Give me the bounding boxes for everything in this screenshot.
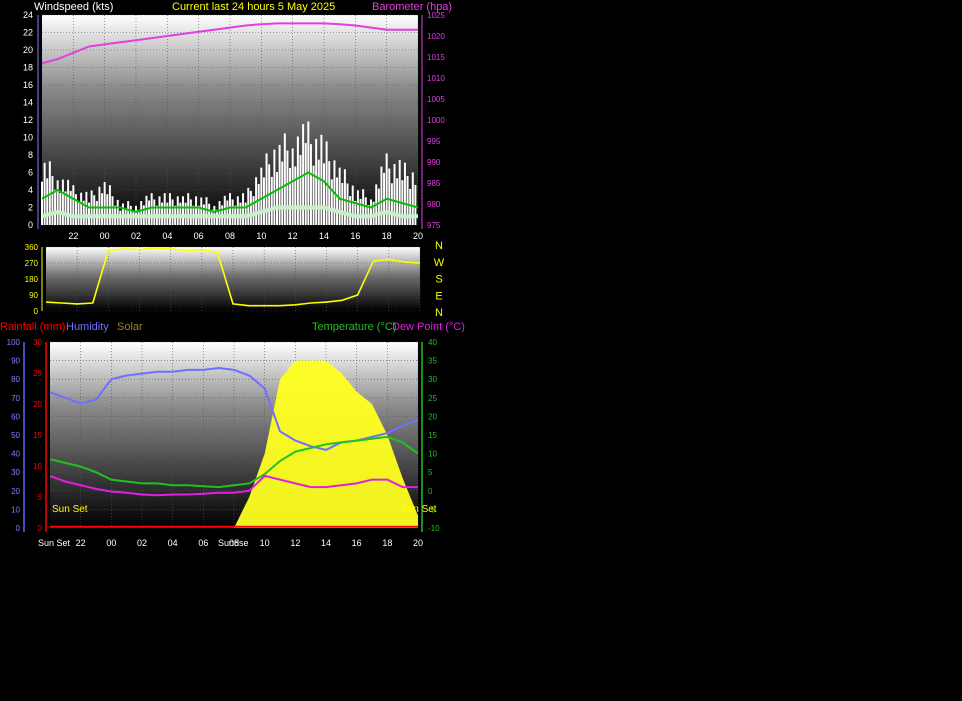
direction-y-tick: 90 (29, 291, 38, 300)
temp-y-tick: 10 (428, 450, 437, 459)
rain-y-tick: 10 (33, 462, 42, 471)
rain-y-tick: 25 (33, 369, 42, 378)
direction-y-tick: 360 (25, 243, 39, 252)
direction-y-tick: 270 (25, 259, 39, 268)
temp-y-tick: 35 (428, 357, 437, 366)
weather-chart: Windspeed (kts) Current last 24 hours 5 … (0, 1, 465, 548)
wind-x-tick: 12 (288, 231, 298, 241)
wind-y-tick: 6 (28, 168, 33, 178)
baro-y-tick: 1015 (427, 53, 445, 62)
rain-axis-label: Rainfall (mm) (0, 321, 65, 333)
temp-x-tick: 22 (76, 538, 86, 548)
temp-x-tick: 12 (290, 538, 300, 548)
wind-y-tick: 16 (23, 80, 33, 90)
wind-y-tick: 18 (23, 63, 33, 73)
rain-y-tick: 0 (38, 524, 43, 533)
direction-y-tick: 180 (25, 275, 39, 284)
wind-y-tick: 24 (23, 10, 33, 20)
baro-y-tick: 980 (427, 200, 441, 209)
solar-axis-label: Solar (117, 321, 143, 333)
sunset-left-label: Sun Set (52, 504, 88, 515)
compass-label: S (435, 274, 442, 286)
wind-x-tick: 04 (162, 231, 172, 241)
baro-y-tick: 985 (427, 179, 441, 188)
temp-x-tick: 02 (137, 538, 147, 548)
temp-x-tick: 04 (168, 538, 178, 548)
humidity-y-tick: 40 (11, 450, 20, 459)
baro-y-tick: 1000 (427, 116, 445, 125)
sunset-axis-label: Sun Set (38, 538, 71, 548)
humidity-y-tick: 60 (11, 412, 20, 421)
wind-y-tick: 10 (23, 133, 33, 143)
temp-y-tick: 40 (428, 338, 437, 347)
humidity-y-tick: 20 (11, 487, 20, 496)
wind-x-tick: 08 (225, 231, 235, 241)
wind-x-tick: 10 (256, 231, 266, 241)
wind-y-tick: 4 (28, 185, 33, 195)
direction-y-tick: 0 (34, 307, 39, 316)
chart-title: Current last 24 hours 5 May 2025 (172, 1, 335, 13)
wind-y-tick: 20 (23, 45, 33, 55)
wind-axis-label: Windspeed (kts) (34, 1, 113, 13)
wind-x-tick: 14 (319, 231, 329, 241)
humidity-y-tick: 0 (16, 524, 21, 533)
temp-y-tick: 20 (428, 412, 437, 421)
temp-x-tick: 10 (260, 538, 270, 548)
wind-y-tick: 0 (28, 220, 33, 230)
humidity-y-tick: 50 (11, 431, 20, 440)
baro-y-tick: 995 (427, 137, 441, 146)
compass-label: N (435, 240, 443, 252)
baro-y-tick: 1010 (427, 74, 445, 83)
rain-y-tick: 30 (33, 338, 42, 347)
wind-y-tick: 14 (23, 98, 33, 108)
rain-y-tick: 15 (33, 431, 42, 440)
temp-y-tick: 30 (428, 375, 437, 384)
temp-y-tick: 15 (428, 431, 437, 440)
humidity-y-tick: 10 (11, 505, 20, 514)
sunrise-axis-label: Sunrise (218, 538, 249, 548)
compass-label: N (435, 307, 443, 319)
humidity-y-tick: 70 (11, 394, 20, 403)
dewpoint-axis-label: Dew Point (°C) (392, 321, 465, 333)
humidity-axis-label: Humidity (66, 321, 109, 333)
temp-y-tick: 5 (428, 468, 433, 477)
baro-y-tick: 975 (427, 221, 441, 230)
wind-x-tick: 22 (68, 231, 78, 241)
temp-x-tick: 18 (382, 538, 392, 548)
temp-x-tick: 16 (352, 538, 362, 548)
temp-y-tick: 25 (428, 394, 437, 403)
rain-y-tick: 5 (38, 493, 43, 502)
temp-x-tick: 14 (321, 538, 331, 548)
sunset-right-label: Sun Set (401, 504, 437, 515)
temp-x-tick: 00 (106, 538, 116, 548)
wind-y-tick: 8 (28, 150, 33, 160)
wind-x-tick: 00 (100, 231, 110, 241)
temp-y-tick: 0 (428, 487, 433, 496)
humidity-y-tick: 30 (11, 468, 20, 477)
compass-label: E (435, 290, 442, 302)
temperature-axis-label: Temperature (°C) (312, 321, 396, 333)
baro-y-tick: 1025 (427, 11, 445, 20)
temp-x-tick: 20 (413, 538, 423, 548)
wind-y-tick: 2 (28, 203, 33, 213)
temp-y-tick: -10 (428, 524, 440, 533)
wind-x-tick: 18 (382, 231, 392, 241)
rain-y-tick: 20 (33, 400, 42, 409)
baro-y-tick: 1020 (427, 32, 445, 41)
wind-y-tick: 12 (23, 115, 33, 125)
temp-x-tick: 06 (198, 538, 208, 548)
wind-x-tick: 16 (350, 231, 360, 241)
compass-label: W (434, 257, 445, 269)
wind-y-tick: 22 (23, 28, 33, 38)
wind-x-tick: 02 (131, 231, 141, 241)
baro-y-tick: 1005 (427, 95, 445, 104)
humidity-y-tick: 80 (11, 375, 20, 384)
wind-x-tick: 06 (194, 231, 204, 241)
wind-x-tick: 20 (413, 231, 423, 241)
baro-y-tick: 990 (427, 158, 441, 167)
humidity-y-tick: 90 (11, 357, 20, 366)
humidity-y-tick: 100 (7, 338, 21, 347)
